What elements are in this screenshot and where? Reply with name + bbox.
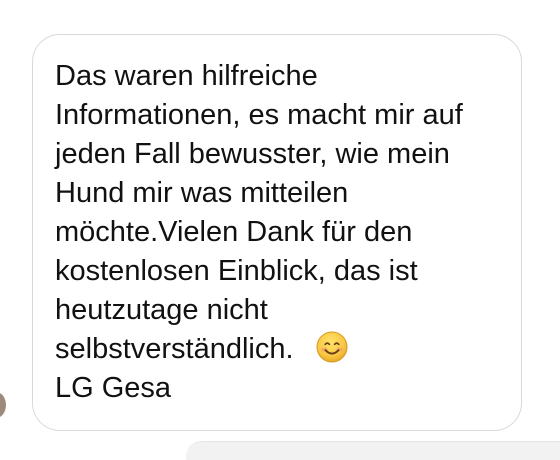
message-line-7: heutzutage nicht <box>55 294 268 326</box>
message-line-8: selbstverständlich. <box>55 333 294 365</box>
message-line-5: möchte.Vielen Dank für den <box>55 216 413 248</box>
message-text: Das waren hilfreiche Informationen, es m… <box>55 57 515 408</box>
message-line-8-container: selbstverständlich. <box>55 330 515 369</box>
message-line-4: Hund mir was mitteilen <box>55 177 349 209</box>
message-line-2: Informationen, es macht mir auf <box>55 99 463 131</box>
smiling-face-icon <box>316 331 348 363</box>
message-line-1: Das waren hilfreiche <box>55 60 318 92</box>
bottom-input-area-edge[interactable] <box>186 441 560 460</box>
message-signature: LG Gesa <box>55 372 172 404</box>
message-line-6: kostenlosen Einblick, das ist <box>55 255 418 287</box>
message-bubble: Das waren hilfreiche Informationen, es m… <box>32 34 522 431</box>
message-line-3: jeden Fall bewusster, wie mein <box>55 138 450 170</box>
sender-avatar-edge[interactable] <box>0 392 6 418</box>
